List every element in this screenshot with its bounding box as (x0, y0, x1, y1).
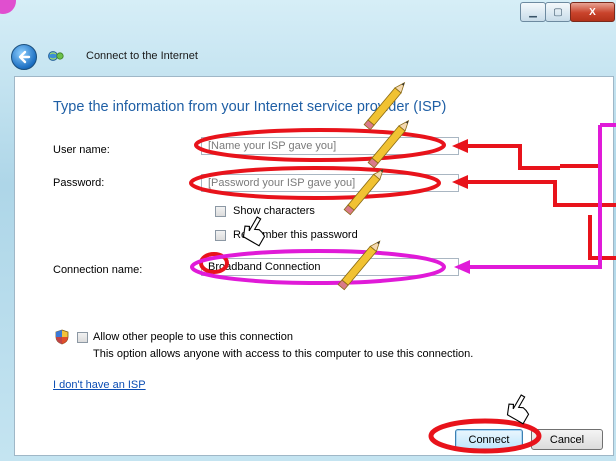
maximize-button[interactable]: ▢ (545, 2, 571, 22)
navigation-bar: Connect to the Internet (0, 36, 616, 76)
close-button[interactable]: X (570, 2, 615, 22)
connect-button[interactable]: Connect (455, 429, 523, 450)
remember-password-label: Remember this password (233, 229, 358, 241)
maximize-icon: ▢ (553, 6, 563, 18)
allow-others-checkbox[interactable] (77, 332, 88, 343)
allow-others-note: This option allows anyone with access to… (93, 348, 474, 360)
show-characters-checkbox[interactable] (215, 206, 226, 217)
remember-password-checkbox[interactable] (215, 230, 226, 241)
password-label: Password: (53, 177, 105, 189)
dialog-content: Type the information from your Internet … (14, 76, 614, 456)
nav-title: Connect to the Internet (86, 50, 198, 62)
password-input[interactable]: [Password your ISP gave you] (201, 174, 459, 192)
connection-name-input[interactable]: Broadband Connection (201, 258, 459, 276)
uac-shield-icon (55, 329, 69, 345)
minimize-button[interactable]: ▁ (520, 2, 546, 22)
back-arrow-icon (18, 50, 31, 64)
window-frame: ▁ ▢ X Connect to the Internet Type the i… (0, 0, 616, 461)
corner-decoration (0, 0, 16, 14)
window-controls: ▁ ▢ X (520, 2, 615, 22)
network-globe-icon (48, 51, 64, 61)
connection-name-label: Connection name: (53, 264, 143, 276)
minimize-icon: ▁ (529, 6, 537, 18)
back-button[interactable] (11, 44, 37, 70)
page-heading: Type the information from your Internet … (53, 99, 447, 115)
no-isp-link[interactable]: I don't have an ISP (53, 379, 146, 391)
username-input[interactable]: [Name your ISP gave you] (201, 137, 459, 155)
allow-others-label: Allow other people to use this connectio… (93, 331, 293, 343)
show-characters-label: Show characters (233, 205, 315, 217)
username-label: User name: (53, 144, 110, 156)
close-icon: X (589, 6, 596, 18)
cancel-button[interactable]: Cancel (531, 429, 603, 450)
